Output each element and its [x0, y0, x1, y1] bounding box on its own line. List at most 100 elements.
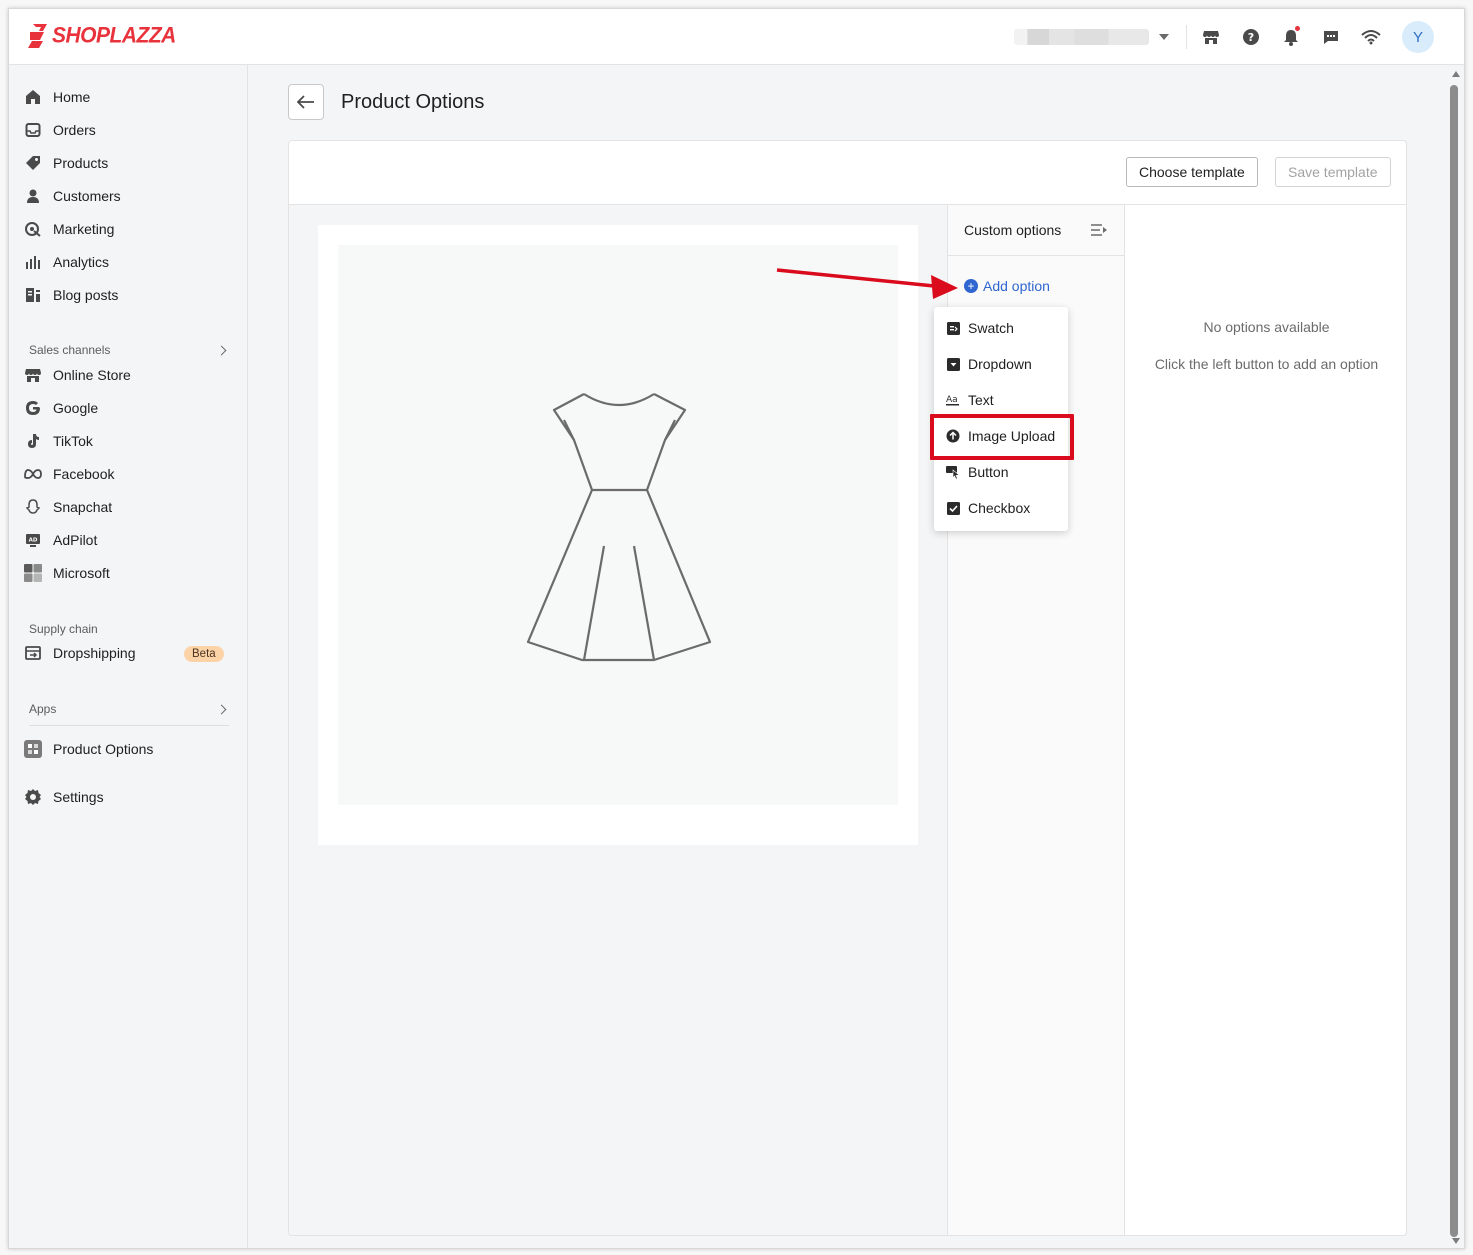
custom-options-header: Custom options [948, 205, 1124, 256]
home-icon [23, 87, 43, 107]
save-template-button[interactable]: Save template [1275, 157, 1391, 187]
sidebar-item-tiktok[interactable]: TikTok [23, 427, 233, 455]
wifi-icon[interactable] [1357, 23, 1385, 51]
brand-name: SHOPLAZZA [52, 23, 176, 48]
chevron-down-icon [1159, 34, 1169, 40]
section-title: Apps [29, 702, 57, 716]
sidebar-item-label: Products [53, 155, 109, 171]
sidebar-item-label: Dropshipping [53, 645, 136, 661]
svg-text:Aa: Aa [946, 395, 958, 405]
sidebar-item-label: Marketing [53, 221, 115, 237]
sidebar-item-snapchat[interactable]: Snapchat [23, 493, 233, 521]
sidebar-item-settings[interactable]: Settings [23, 783, 233, 811]
supply-chain-header: Supply chain [29, 622, 229, 636]
menu-item-swatch[interactable]: Swatch [946, 317, 1061, 339]
dress-icon [526, 393, 712, 662]
topbar-actions: ? [1197, 23, 1397, 51]
sidebar-item-facebook[interactable]: Facebook [23, 460, 233, 488]
scroll-down-icon[interactable] [1452, 1238, 1460, 1244]
plus-circle-icon: + [964, 279, 978, 293]
shoplazza-logo-icon [28, 24, 47, 48]
scrollbar-thumb[interactable] [1450, 85, 1458, 1237]
editor-card: Choose template Save template Custom opt… [288, 140, 1407, 1236]
sidebar-item-analytics[interactable]: Analytics [23, 248, 233, 276]
sidebar-item-label: Snapchat [53, 499, 113, 515]
top-bar: SHOPLAZZA ? Y [9, 9, 1464, 65]
add-option-button[interactable]: + Add option [964, 278, 1050, 294]
dropshipping-icon [23, 643, 43, 663]
menu-item-button[interactable]: Button [946, 461, 1061, 483]
app-window: SHOPLAZZA ? Y Home Orders Products Custo… [8, 8, 1465, 1249]
chevron-right-icon [216, 345, 227, 355]
svg-text:?: ? [1248, 31, 1254, 44]
sales-channels-header[interactable]: Sales channels [29, 343, 229, 357]
sidebar-item-label: Blog posts [53, 287, 119, 303]
store-icon [23, 365, 43, 385]
sidebar: Home Orders Products Customers Marketing… [9, 65, 248, 1248]
beta-badge: Beta [184, 646, 224, 662]
card-toolbar: Choose template Save template [289, 141, 1406, 205]
choose-template-button[interactable]: Choose template [1126, 157, 1258, 187]
sidebar-item-customers[interactable]: Customers [23, 182, 233, 210]
sidebar-item-products[interactable]: Products [23, 149, 233, 177]
arrow-left-icon [297, 95, 314, 109]
menu-item-label: Button [968, 464, 1009, 480]
person-icon [23, 186, 43, 206]
notification-dot [1295, 26, 1300, 31]
sidebar-item-label: Settings [53, 789, 104, 805]
menu-item-label: Swatch [968, 320, 1014, 336]
checkbox-icon [946, 501, 960, 515]
sidebar-item-google[interactable]: Google [23, 394, 233, 422]
menu-item-label: Text [968, 392, 994, 408]
microsoft-icon [23, 563, 43, 583]
apps-header[interactable]: Apps [29, 702, 229, 716]
product-preview-area [289, 205, 947, 1235]
collapse-list-icon[interactable] [1090, 223, 1108, 237]
preview-frame [318, 225, 918, 845]
sidebar-item-adpilot[interactable]: AD AdPilot [23, 526, 233, 554]
sidebar-divider [29, 725, 229, 726]
annotation-highlight-box [930, 414, 1074, 460]
sidebar-item-label: Analytics [53, 254, 110, 270]
app-grid-icon [23, 739, 43, 759]
sidebar-item-marketing[interactable]: Marketing [23, 215, 233, 243]
avatar[interactable]: Y [1402, 21, 1434, 53]
sidebar-item-label: TikTok [53, 433, 93, 449]
store-name-redacted [1014, 29, 1149, 45]
help-icon[interactable]: ? [1237, 23, 1265, 51]
menu-item-dropdown[interactable]: Dropdown [946, 353, 1061, 375]
empty-state-title: No options available [1203, 319, 1330, 335]
panel-title: Custom options [964, 222, 1062, 238]
tiktok-icon [23, 431, 43, 451]
scroll-up-icon[interactable] [1452, 71, 1460, 77]
notification-bell-icon[interactable] [1277, 23, 1305, 51]
sidebar-item-product-options[interactable]: Product Options [23, 735, 233, 763]
sidebar-item-label: Facebook [53, 466, 115, 482]
menu-item-text[interactable]: Aa Text [946, 389, 1061, 411]
orders-icon [23, 120, 43, 140]
options-detail-panel: No options available Click the left butt… [1125, 205, 1406, 1235]
menu-item-checkbox[interactable]: Checkbox [946, 497, 1061, 519]
storefront-icon[interactable] [1197, 23, 1225, 51]
product-image [338, 245, 898, 805]
sidebar-item-label: Microsoft [53, 565, 110, 581]
store-selector[interactable] [1014, 29, 1169, 45]
page-scrollbar[interactable] [1446, 65, 1464, 1248]
marketing-icon [23, 219, 43, 239]
sidebar-item-home[interactable]: Home [23, 83, 233, 111]
back-button[interactable] [288, 84, 324, 120]
message-icon[interactable] [1317, 23, 1345, 51]
menu-item-label: Checkbox [968, 500, 1031, 516]
sidebar-item-microsoft[interactable]: Microsoft [23, 559, 233, 587]
sidebar-item-label: Home [53, 89, 91, 105]
swatch-icon [946, 321, 960, 335]
snapchat-icon [23, 497, 43, 517]
brand-logo[interactable]: SHOPLAZZA [27, 23, 176, 49]
sidebar-item-label: Google [53, 400, 99, 416]
section-title: Sales channels [29, 343, 111, 357]
sidebar-item-online-store[interactable]: Online Store [23, 361, 233, 389]
sidebar-item-orders[interactable]: Orders [23, 116, 233, 144]
sidebar-item-label: Online Store [53, 367, 131, 383]
sidebar-item-blog-posts[interactable]: Blog posts [23, 281, 233, 309]
empty-state-subtitle: Click the left button to add an option [1154, 356, 1379, 372]
